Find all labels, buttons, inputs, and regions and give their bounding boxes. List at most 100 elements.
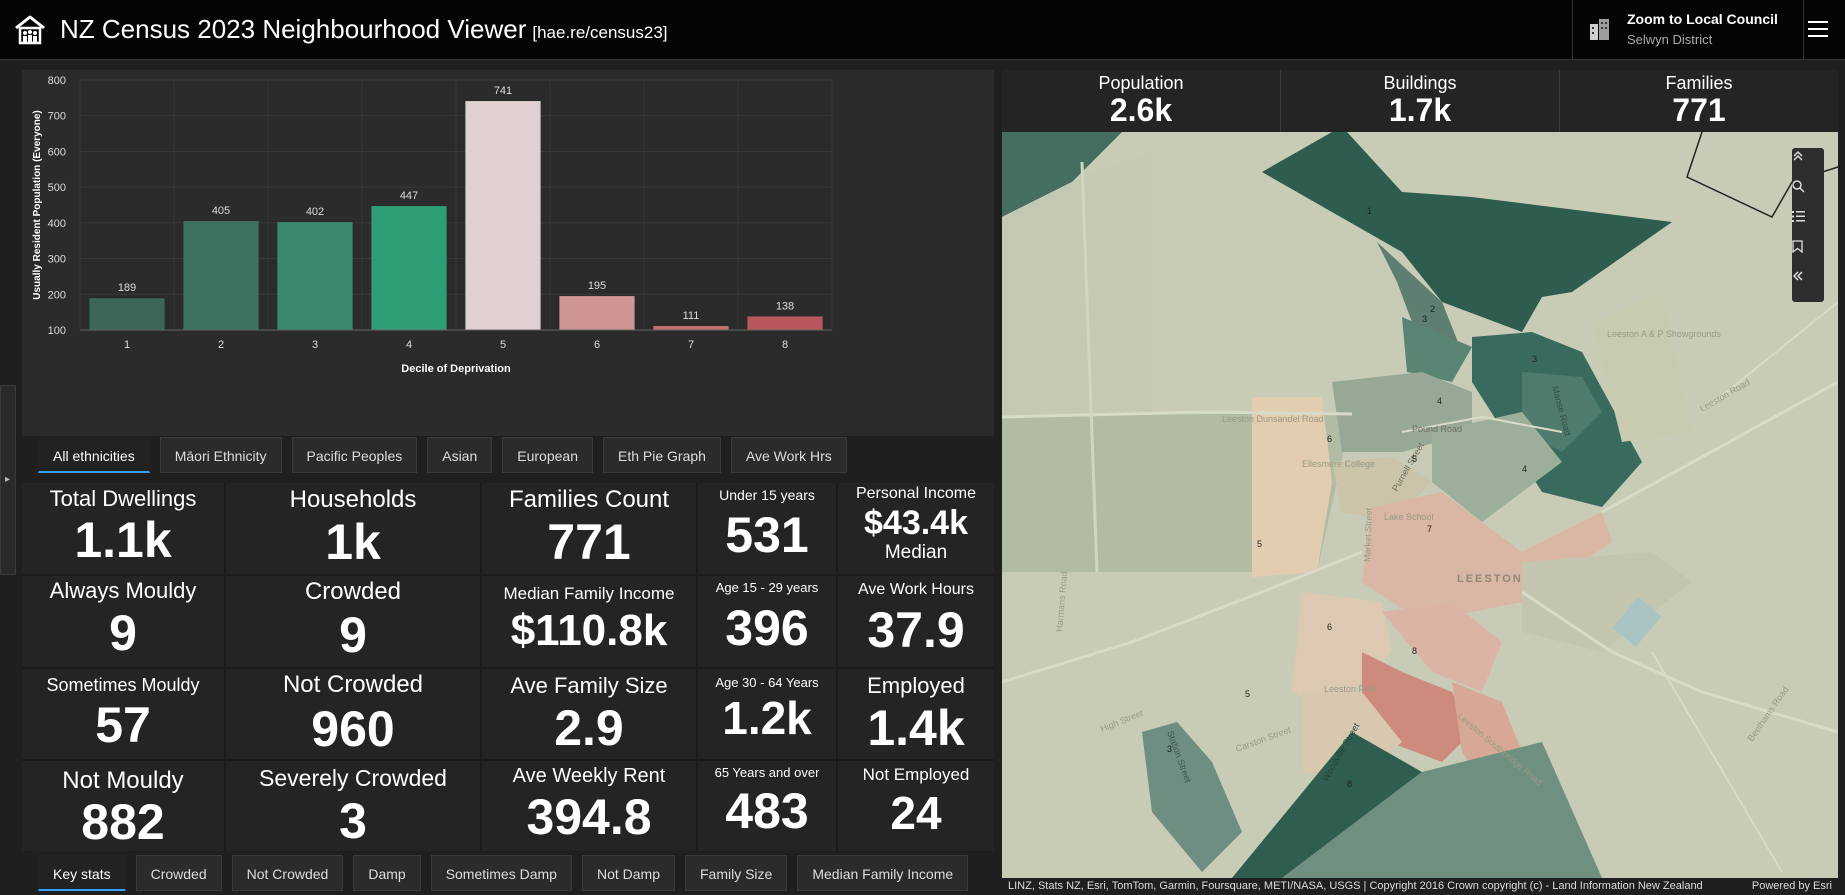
x-tick-label: 5: [500, 339, 506, 351]
map-label-lake-school: Lake School: [1384, 512, 1434, 522]
x-tick-label: 6: [594, 339, 600, 351]
stat-value: 396: [725, 600, 809, 656]
x-tick-label: 3: [312, 339, 318, 351]
bar-value-label: 189: [118, 282, 136, 294]
map-label-school: Ellesmere College: [1302, 459, 1375, 469]
x-tick-label: 2: [218, 339, 224, 351]
bar-decile-3: [277, 222, 353, 330]
stat-ave-weekly-rent: Ave Weekly Rent 394.8: [482, 761, 696, 851]
stat-value: 57: [95, 697, 151, 753]
stat-label: Employed: [867, 673, 965, 698]
stat-ave-family-size: Ave Family Size 2.9: [482, 669, 696, 761]
polygon-number: 6: [1327, 434, 1332, 444]
polygon-number: 5: [1412, 454, 1417, 464]
stat-label: Not Mouldy: [62, 767, 184, 794]
stat-median-family-income: Median Family Income $110.8k: [482, 576, 696, 669]
map-area-polygon[interactable]: [1262, 132, 1672, 332]
ethnicity-tabs: All ethnicities Māori Ethnicity Pacific Pe…: [38, 437, 847, 473]
stats-tab-not-crowded[interactable]: Not Crowded: [231, 855, 344, 891]
ethnicity-tab-ave-work-hrs[interactable]: Ave Work Hrs: [730, 437, 847, 473]
stat-value: 3: [339, 793, 367, 849]
kpi-families: Families 771: [1560, 70, 1838, 132]
chevron-right-icon: ▸: [5, 474, 11, 485]
app-header: NZ Census 2023 Neighbourhood Viewer [hae.…: [0, 0, 1845, 60]
stats-column-households: Households 1k Crowded 9 Not Crowded 960 …: [226, 483, 482, 851]
key-stats-grid: Total Dwellings 1.1k Always Mouldy 9 Som…: [22, 483, 994, 851]
bar-decile-6: [559, 296, 635, 330]
y-tick-label: 500: [48, 182, 66, 194]
stats-tab-crowded[interactable]: Crowded: [135, 855, 222, 891]
map-label-town: LEESTON: [1457, 573, 1523, 585]
stat-sublabel: Median: [884, 542, 948, 563]
list-icon: [1792, 211, 1805, 222]
hamburger-menu-icon[interactable]: [1808, 20, 1828, 38]
stats-tab-median-family-income[interactable]: Median Family Income: [797, 855, 969, 891]
side-panel-toggle[interactable]: ▸: [0, 385, 16, 575]
kpi-population: Population 2.6k: [1002, 70, 1281, 132]
stat-severely-crowded: Severely Crowded 3: [226, 761, 480, 851]
map-search-button[interactable]: [1792, 180, 1824, 210]
stat-always-mouldy: Always Mouldy 9: [22, 576, 224, 669]
map-area-polygon[interactable]: [1522, 552, 1692, 652]
polygon-number: 8: [1347, 779, 1352, 789]
stats-tab-not-damp[interactable]: Not Damp: [581, 855, 675, 891]
ethnicity-tab-asian[interactable]: Asian: [427, 437, 493, 473]
bar-value-label: 195: [588, 280, 606, 292]
stat-value: 531: [725, 507, 809, 563]
powered-by-esri[interactable]: Powered by Esri: [1752, 878, 1832, 895]
map-street-label: Leeston Dunsandel Road: [1222, 414, 1324, 424]
stat-label: Age 15 - 29 years: [715, 580, 819, 595]
x-tick-label: 1: [124, 339, 130, 351]
kpi-value: 1.7k: [1388, 92, 1452, 128]
stat-label: Not Employed: [862, 765, 970, 784]
stat-label: Crowded: [304, 578, 402, 605]
stat-age-15-29: Age 15 - 29 years 396: [698, 576, 836, 669]
ethnicity-tab-m-ori-ethnicity[interactable]: Māori Ethnicity: [159, 437, 282, 473]
app-url[interactable]: [hae.re/census23]: [532, 23, 667, 42]
ethnicity-tab-eth-pie-graph[interactable]: Eth Pie Graph: [602, 437, 721, 473]
stat-value: 1k: [325, 514, 381, 570]
stat-label: Ave Weekly Rent: [512, 765, 666, 787]
zoom-to-council-selector[interactable]: Zoom to Local Council Selwyn District: [1572, 0, 1804, 60]
kpi-label: Families: [1665, 73, 1733, 93]
stat-under-15: Under 15 years 531: [698, 483, 836, 576]
map-area-polygon[interactable]: [1252, 397, 1332, 577]
stat-total-dwellings: Total Dwellings 1.1k: [22, 483, 224, 576]
map-label-showgrounds: Leeston A & P Showgrounds: [1607, 329, 1721, 339]
map-view[interactable]: LEESTON Ellesmere College Lake School Le…: [1002, 132, 1838, 878]
home-community-icon[interactable]: [14, 14, 46, 46]
stat-label: Median Family Income: [503, 584, 675, 603]
stats-tab-key-stats[interactable]: Key stats: [38, 855, 126, 891]
zoom-title: Zoom to Local Council: [1627, 11, 1778, 27]
stats-tab-damp[interactable]: Damp: [353, 855, 421, 891]
buildings-icon: [1590, 19, 1609, 40]
app-title-text: NZ Census 2023 Neighbourhood Viewer: [60, 14, 527, 44]
map-legend-button[interactable]: [1792, 210, 1824, 240]
attribution-text[interactable]: LINZ, Stats NZ, Esri, TomTom, Garmin, Fo…: [1008, 878, 1703, 895]
collapse-toolbar-button[interactable]: [1792, 270, 1824, 300]
bar-decile-5: [465, 101, 541, 330]
search-icon: [1792, 180, 1805, 193]
map-canvas[interactable]: LEESTON Ellesmere College Lake School Le…: [1002, 132, 1838, 878]
stats-tab-family-size[interactable]: Family Size: [684, 855, 788, 891]
map-toolbar: [1792, 148, 1824, 302]
collapse-up-button[interactable]: [1792, 150, 1824, 180]
stat-label: Not Crowded: [282, 671, 424, 698]
stats-tab-sometimes-damp[interactable]: Sometimes Damp: [430, 855, 572, 891]
stat-value: 1.4k: [867, 700, 965, 756]
bar-decile-7: [653, 326, 729, 330]
stat-label: Households: [289, 486, 417, 513]
map-bookmark-button[interactable]: [1792, 240, 1824, 270]
stat-value: 882: [81, 794, 165, 850]
stat-sometimes-mouldy: Sometimes Mouldy 57: [22, 669, 224, 761]
ethnicity-tab-pacific-peoples[interactable]: Pacific Peoples: [291, 437, 418, 473]
stat-employed: Employed 1.4k: [838, 669, 994, 761]
stat-value: 771: [547, 514, 631, 570]
stat-label: Families Count: [508, 486, 670, 513]
x-tick-label: 4: [406, 339, 412, 351]
stat-label: Personal Income: [855, 485, 977, 502]
ethnicity-tab-european[interactable]: European: [502, 437, 593, 473]
ethnicity-tab-all-ethnicities[interactable]: All ethnicities: [38, 437, 150, 473]
kpi-label: Buildings: [1383, 73, 1457, 93]
zoom-selected-council: Selwyn District: [1627, 32, 1713, 47]
